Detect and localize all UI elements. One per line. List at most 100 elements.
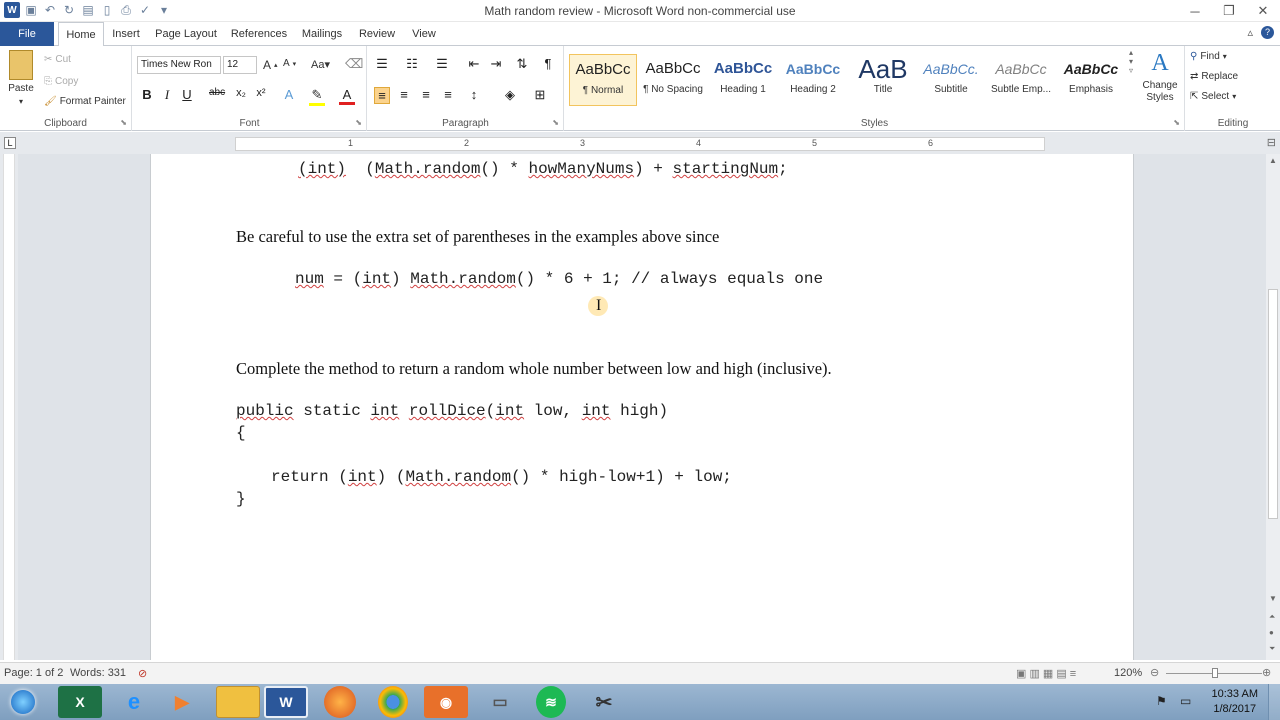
zoom-level[interactable]: 120%: [1114, 667, 1142, 679]
scroll-down-icon[interactable]: ▼: [1269, 594, 1277, 603]
tab-insert[interactable]: Insert: [106, 22, 146, 46]
styles-scroll-icon[interactable]: ▴ ▾ ▿: [1127, 48, 1135, 104]
file-explorer-icon[interactable]: [216, 686, 260, 718]
decrease-indent-icon[interactable]: ⇤: [466, 56, 482, 72]
align-right-icon[interactable]: ≡: [418, 87, 434, 102]
vertical-scrollbar[interactable]: ▲ ▼ ⏶ ● ⏷: [1266, 154, 1280, 660]
highlight-icon[interactable]: ✎: [309, 87, 325, 106]
code-line-6[interactable]: }: [236, 490, 246, 508]
scroll-up-icon[interactable]: ▲: [1269, 156, 1277, 165]
text-effects-icon[interactable]: A: [281, 87, 297, 102]
chrome-icon[interactable]: [378, 686, 408, 718]
view-buttons[interactable]: ▣ ▥ ▦ ▤ ≡: [1016, 667, 1076, 680]
align-center-icon[interactable]: ≡: [396, 87, 412, 102]
font-launcher-icon[interactable]: ⬊: [355, 118, 362, 127]
change-styles-button[interactable]: A Change Styles: [1139, 50, 1181, 104]
underline-button[interactable]: U: [179, 87, 195, 102]
strikethrough-button[interactable]: abc: [209, 87, 225, 98]
tab-home[interactable]: Home: [58, 22, 104, 47]
code-line-5[interactable]: return (int) (Math.random() * high-low+1…: [271, 468, 732, 486]
font-name-box[interactable]: Times New Ron: [137, 56, 221, 74]
tray-flag-icon[interactable]: ⚑: [1156, 694, 1167, 708]
scroll-thumb[interactable]: [1268, 289, 1278, 519]
internet-explorer-icon[interactable]: e: [112, 686, 156, 718]
restore-button[interactable]: ❐: [1212, 0, 1246, 22]
replace-button[interactable]: ⇄ Replace: [1190, 71, 1238, 82]
superscript-button[interactable]: x²: [253, 87, 269, 99]
style-subtitle[interactable]: AaBbCc. Subtitle: [917, 54, 985, 106]
font-color-icon[interactable]: A: [339, 87, 355, 105]
vertical-ruler[interactable]: [0, 154, 18, 660]
select-button[interactable]: ⇱ Select ▾: [1190, 91, 1236, 102]
paste-button[interactable]: Paste ▾: [6, 50, 36, 106]
change-case-button[interactable]: Aa▾: [311, 58, 330, 71]
minimize-ribbon-icon[interactable]: ▵: [1247, 26, 1253, 39]
find-button[interactable]: ⚲ Find ▾: [1190, 51, 1227, 62]
bullets-icon[interactable]: ☰: [374, 56, 390, 72]
screen-tool-icon[interactable]: ▭: [478, 686, 522, 718]
code-line-3[interactable]: public static int rollDice(int low, int …: [236, 402, 668, 420]
borders-icon[interactable]: ⊞: [532, 87, 548, 103]
browse-object-icon[interactable]: ●: [1269, 628, 1274, 637]
snipping-tool-icon[interactable]: ✂: [582, 686, 626, 718]
horizontal-ruler[interactable]: 1 2 3 4 5 6: [235, 137, 1045, 151]
zoom-in-icon[interactable]: ⊕: [1262, 666, 1271, 679]
code-line-1[interactable]: (int) (Math.random() * howManyNums) + st…: [298, 160, 788, 178]
style-subtle-emphasis[interactable]: AaBbCc Subtle Emp...: [987, 54, 1055, 106]
word-taskbar-icon[interactable]: W: [264, 686, 308, 718]
justify-icon[interactable]: ≡: [440, 87, 456, 102]
clipboard-launcher-icon[interactable]: ⬊: [120, 118, 127, 127]
tab-page-layout[interactable]: Page Layout: [152, 22, 220, 46]
zoom-slider-thumb[interactable]: [1212, 668, 1218, 678]
next-page-icon[interactable]: ⏷: [1269, 644, 1275, 654]
subscript-button[interactable]: x₂: [233, 87, 249, 99]
tab-file[interactable]: File: [0, 22, 54, 46]
shrink-font-button[interactable]: A ▾: [283, 58, 296, 69]
minimize-button[interactable]: ─: [1178, 0, 1212, 22]
close-button[interactable]: ✕: [1246, 0, 1280, 22]
show-formatting-icon[interactable]: ¶: [540, 56, 556, 71]
tab-view[interactable]: View: [404, 22, 444, 46]
style-normal[interactable]: AaBbCc ¶ Normal: [569, 54, 637, 106]
firefox-icon[interactable]: [324, 686, 356, 718]
help-icon[interactable]: ?: [1261, 26, 1274, 39]
paragraph-instruction[interactable]: Complete the method to return a random w…: [236, 359, 832, 379]
code-line-4[interactable]: {: [236, 424, 246, 442]
style-heading-1[interactable]: AaBbCc Heading 1: [709, 54, 777, 106]
sort-icon[interactable]: ⇅: [514, 56, 530, 72]
font-size-box[interactable]: 12: [223, 56, 257, 74]
tab-review[interactable]: Review: [354, 22, 400, 46]
tray-network-icon[interactable]: ▭: [1180, 694, 1191, 708]
excel-icon[interactable]: X: [58, 686, 102, 718]
word-count[interactable]: Words: 331: [70, 667, 126, 679]
styles-launcher-icon[interactable]: ⬊: [1173, 118, 1180, 127]
grow-font-button[interactable]: A ▴: [263, 58, 278, 72]
style-emphasis[interactable]: AaBbCc Emphasis: [1057, 54, 1125, 106]
view-ruler-icon[interactable]: ⊟: [1267, 136, 1276, 149]
recorder-icon[interactable]: ◉: [424, 686, 468, 718]
show-desktop-button[interactable]: [1268, 684, 1280, 720]
style-title[interactable]: AaB Title: [849, 54, 917, 106]
numbering-icon[interactable]: ☷: [404, 56, 420, 72]
italic-button[interactable]: I: [159, 87, 175, 103]
proofing-icon[interactable]: ⊘: [138, 667, 147, 680]
cut-button[interactable]: ✂ Cut: [44, 54, 71, 65]
style-heading-2[interactable]: AaBbCc Heading 2: [779, 54, 847, 106]
prev-page-icon[interactable]: ⏶: [1269, 612, 1275, 622]
line-spacing-icon[interactable]: ↕: [466, 87, 482, 102]
zoom-out-icon[interactable]: ⊖: [1150, 666, 1159, 679]
paragraph-launcher-icon[interactable]: ⬊: [552, 118, 559, 127]
code-line-2[interactable]: num = (int) Math.random() * 6 + 1; // al…: [295, 270, 823, 288]
format-painter-button[interactable]: 🖌 Format Painter: [44, 96, 126, 107]
multilevel-list-icon[interactable]: ☰: [434, 56, 450, 72]
spotify-icon[interactable]: ≋: [536, 686, 566, 718]
system-clock[interactable]: 10:33 AM 1/8/2017: [1212, 687, 1258, 717]
tab-references[interactable]: References: [226, 22, 292, 46]
copy-button[interactable]: ⎘ Copy: [44, 76, 78, 87]
bold-button[interactable]: B: [139, 87, 155, 102]
clear-formatting-icon[interactable]: ⌫: [345, 56, 363, 72]
media-player-icon[interactable]: ▶: [160, 686, 204, 718]
style-no-spacing[interactable]: AaBbCc ¶ No Spacing: [639, 54, 707, 106]
shading-icon[interactable]: ◈: [502, 87, 518, 103]
page-count[interactable]: Page: 1 of 2: [4, 667, 63, 679]
